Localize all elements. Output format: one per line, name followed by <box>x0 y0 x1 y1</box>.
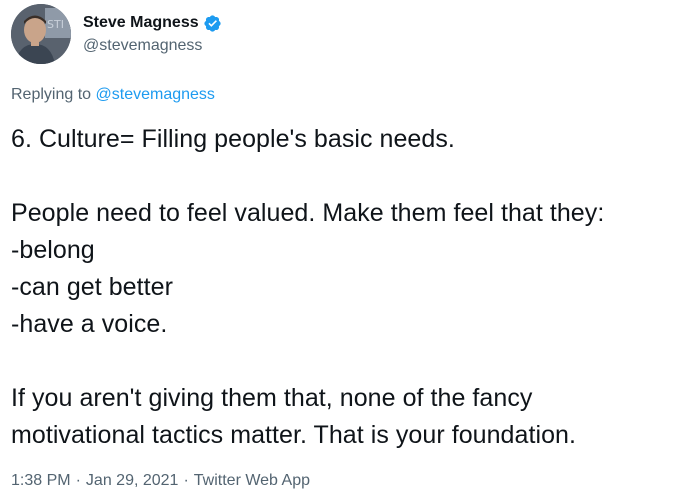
tweet-date[interactable]: Jan 29, 2021 <box>86 470 179 492</box>
replying-to-mention[interactable]: @stevemagness <box>96 86 215 103</box>
avatar[interactable]: STI <box>11 4 71 64</box>
verified-badge-icon <box>203 14 222 33</box>
tweet-source[interactable]: Twitter Web App <box>194 470 310 492</box>
meta-separator: · <box>183 472 189 489</box>
tweet-meta: 1:38 PM · Jan 29, 2021 · Twitter Web App <box>11 470 310 492</box>
display-name[interactable]: Steve Magness <box>83 12 199 34</box>
meta-separator: · <box>75 472 81 489</box>
profile-photo-icon: STI <box>11 4 71 64</box>
name-row: Steve Magness <box>83 11 222 35</box>
replying-to-prefix: Replying to <box>11 86 96 103</box>
tweet-container: STI Steve Magness @stevemagness Replying… <box>0 0 687 493</box>
tweet-text: 6. Culture= Filling people's basic needs… <box>11 125 605 449</box>
author-info: Steve Magness @stevemagness <box>83 11 222 57</box>
replying-to: Replying to @stevemagness <box>11 84 215 106</box>
tweet-time[interactable]: 1:38 PM <box>11 470 71 492</box>
author-handle[interactable]: @stevemagness <box>83 35 222 57</box>
svg-text:STI: STI <box>47 18 64 31</box>
tweet-header: STI Steve Magness @stevemagness <box>11 2 222 66</box>
